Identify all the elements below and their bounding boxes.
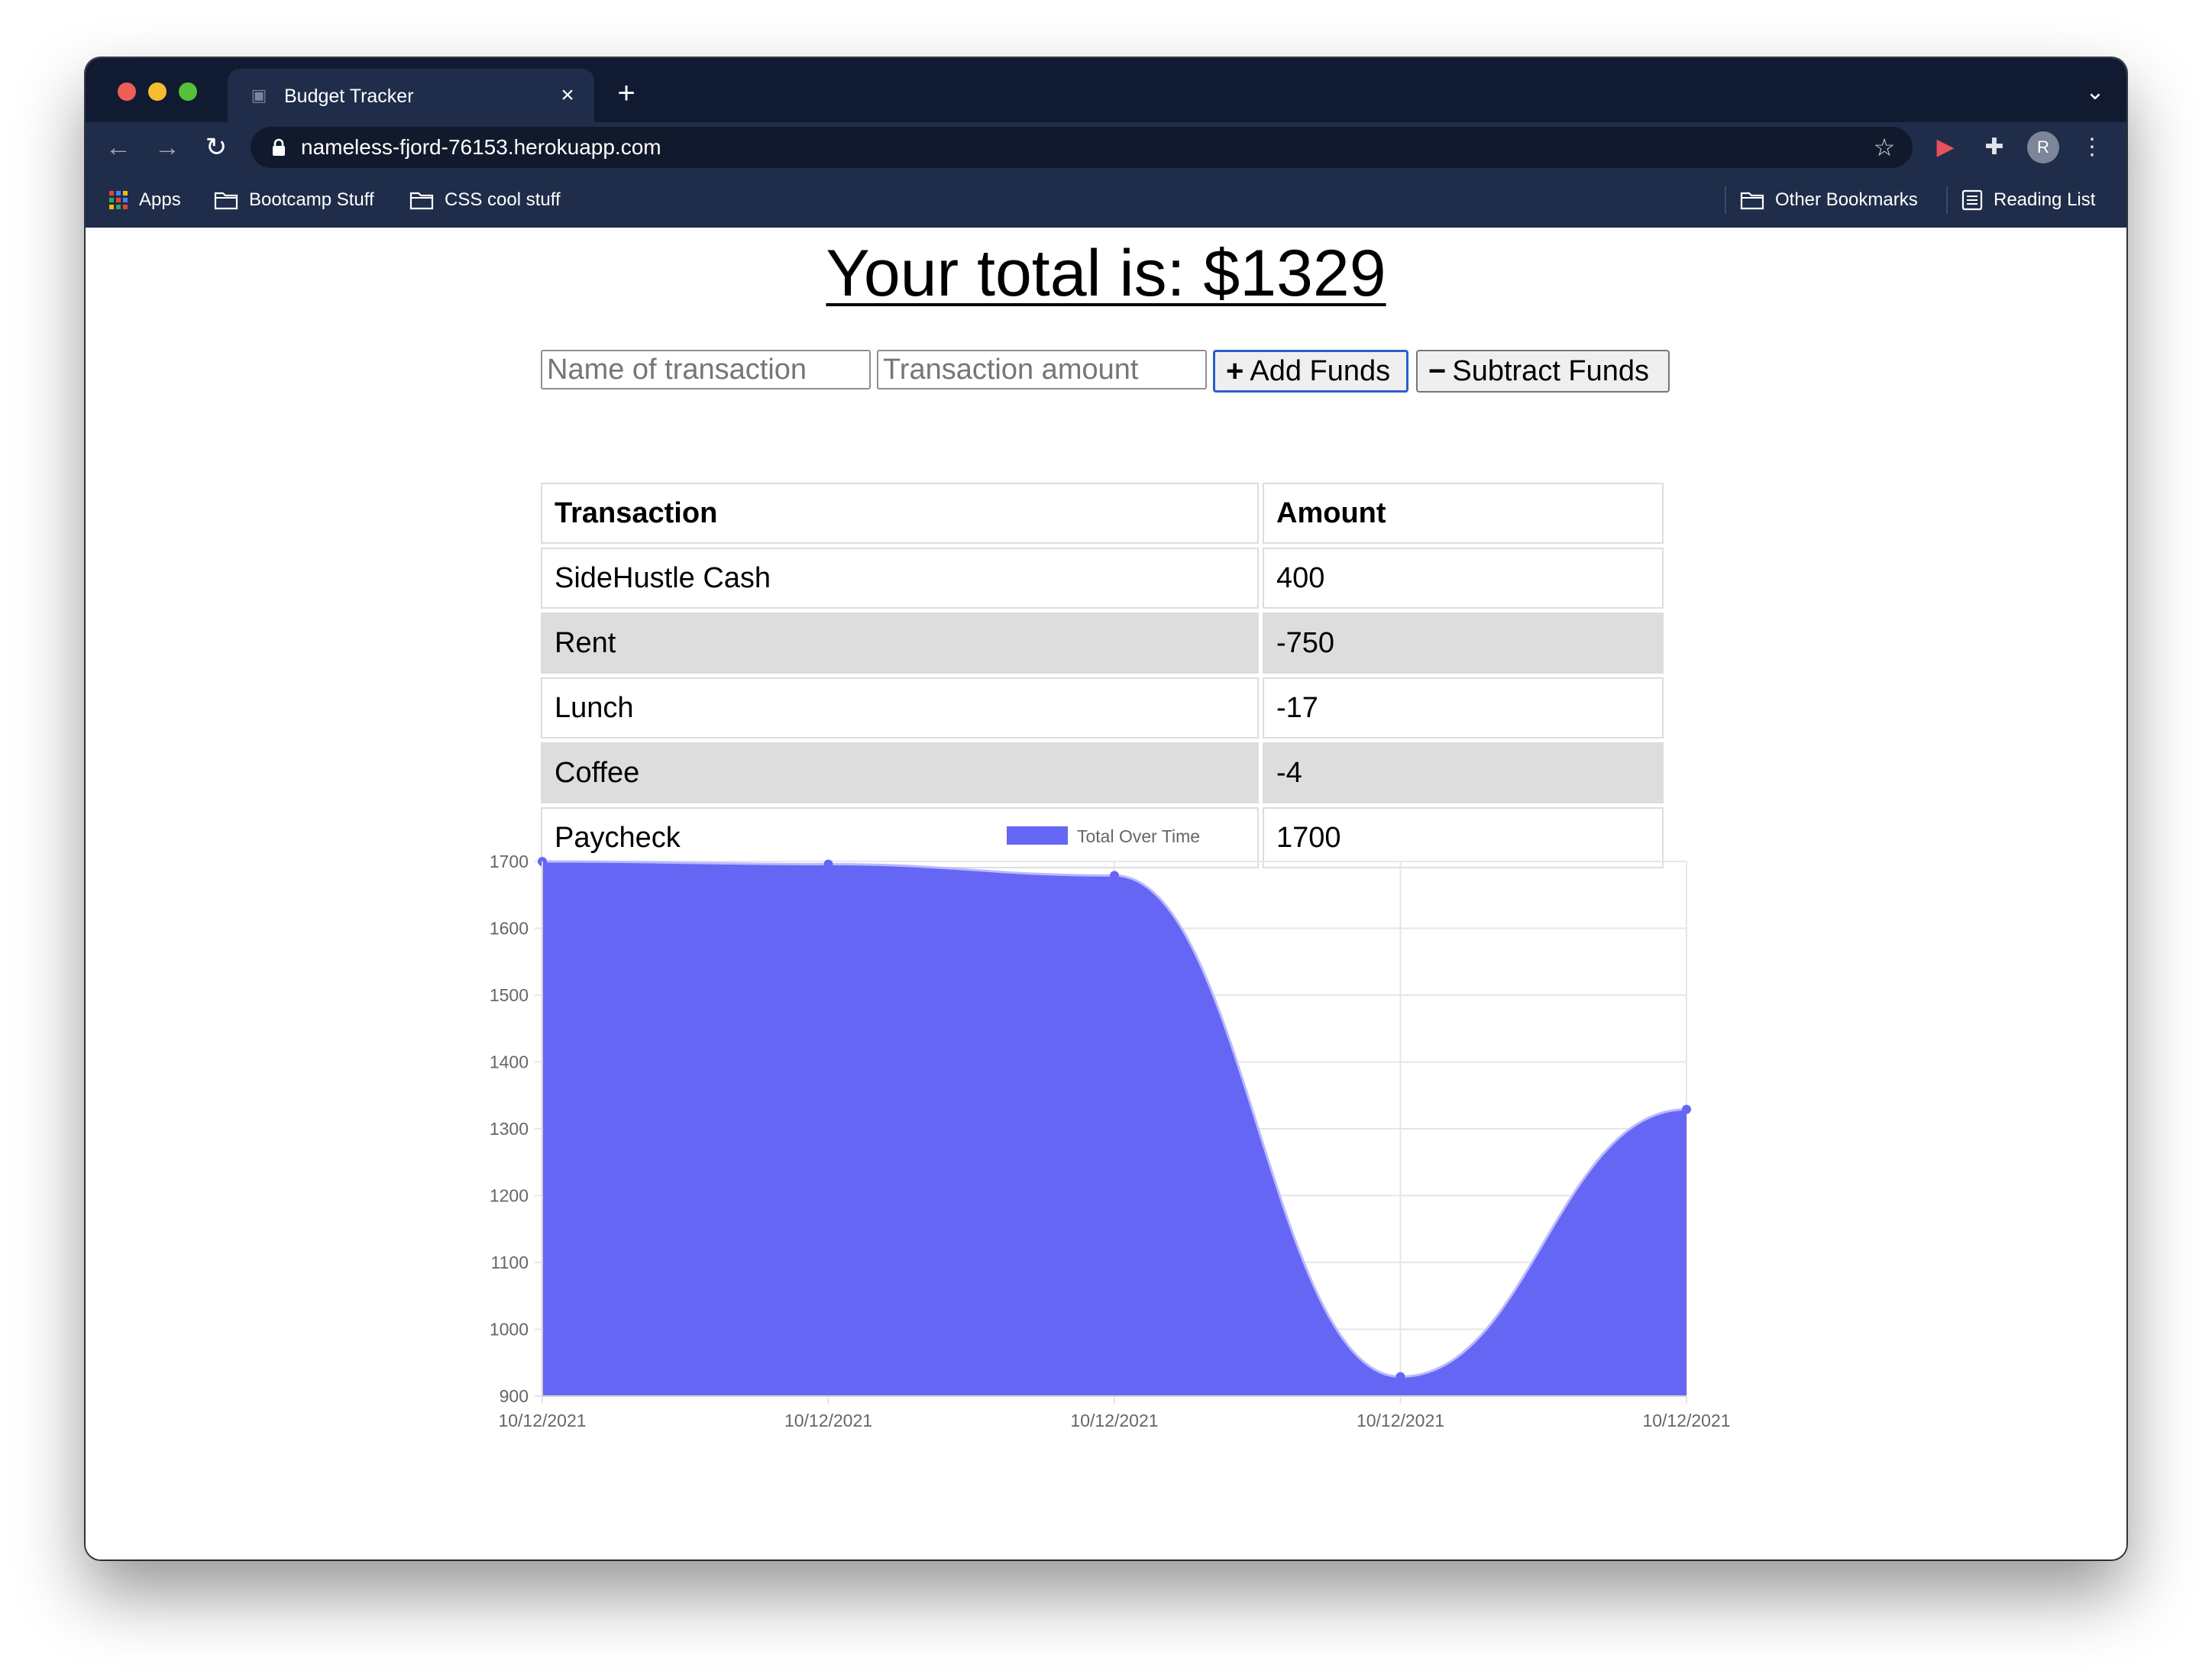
lock-icon <box>273 138 285 156</box>
total-heading: Your total is: $1329 <box>826 237 1386 310</box>
bookmark-separator <box>1725 186 1726 214</box>
add-funds-button[interactable]: + Add Funds <box>1213 350 1408 393</box>
table-row: Paycheck 1700 <box>541 807 1664 868</box>
maximize-window-button[interactable] <box>179 82 197 101</box>
minus-icon: − <box>1428 354 1447 388</box>
page-favicon-icon: ▣ <box>251 86 267 105</box>
back-arrow-icon[interactable]: ← <box>102 131 134 163</box>
transaction-amount-cell: -17 <box>1263 677 1664 739</box>
bookmark-label: Apps <box>139 189 181 210</box>
bookmark-separator <box>1946 186 1948 214</box>
browser-tab[interactable]: ▣ Budget Tracker × <box>228 69 594 122</box>
browser-window: ▣ Budget Tracker × + ⌄ ← → ↻ nameless-fj… <box>86 58 2126 1559</box>
page-content: Your total is: $1329 + Add Funds − Subtr… <box>86 228 2126 1559</box>
folder-icon <box>1740 190 1764 210</box>
transaction-name-cell: Paycheck <box>541 807 1259 868</box>
table-row: Lunch -17 <box>541 677 1664 739</box>
bookmark-reading-list[interactable]: Reading List <box>1961 188 2095 212</box>
subtract-funds-button[interactable]: − Subtract Funds <box>1416 350 1670 393</box>
bookmark-label: Other Bookmarks <box>1775 189 1918 210</box>
transaction-name-input[interactable] <box>541 350 871 389</box>
bookmark-star-icon[interactable]: ☆ <box>1870 133 1899 162</box>
table-row: SideHustle Cash 400 <box>541 548 1664 609</box>
bookmark-css-cool-stuff[interactable]: CSS cool stuff <box>409 188 561 212</box>
bookmark-label: Bootcamp Stuff <box>249 189 374 210</box>
transaction-name-cell: Coffee <box>541 742 1259 803</box>
transactions-table: Transaction Amount SideHustle Cash 400 R… <box>537 479 1667 872</box>
extensions-puzzle-icon[interactable]: ✚ <box>1977 130 2012 165</box>
bookmark-label: Reading List <box>1994 189 2096 210</box>
add-funds-label: Add Funds <box>1250 354 1391 387</box>
table-row: Coffee -4 <box>541 742 1664 803</box>
transaction-amount-input[interactable] <box>877 350 1207 389</box>
folder-icon <box>409 190 434 210</box>
column-header-transaction: Transaction <box>541 483 1259 544</box>
bookmark-other-bookmarks[interactable]: Other Bookmarks <box>1740 188 1918 212</box>
url-text: nameless-fjord-76153.herokuapp.com <box>301 135 661 159</box>
bookmark-bootcamp-stuff[interactable]: Bootcamp Stuff <box>214 188 374 212</box>
subtract-funds-label: Subtract Funds <box>1452 354 1650 387</box>
transaction-name-cell: Rent <box>541 612 1259 674</box>
browser-menu-icon[interactable]: ⋮ <box>2075 130 2110 165</box>
table-header-row: Transaction Amount <box>541 483 1664 544</box>
transaction-amount-cell: -4 <box>1263 742 1664 803</box>
close-tab-icon[interactable]: × <box>555 82 580 108</box>
address-bar[interactable]: nameless-fjord-76153.herokuapp.com ☆ <box>251 127 1913 168</box>
minimize-window-button[interactable] <box>148 82 167 101</box>
column-header-amount: Amount <box>1263 483 1664 544</box>
new-tab-icon[interactable]: + <box>611 78 642 108</box>
tab-bar: ▣ Budget Tracker × + ⌄ <box>86 58 2126 122</box>
extension-icon[interactable]: ▶ <box>1928 130 1963 165</box>
tab-title: Budget Tracker <box>284 86 414 107</box>
bookmark-label: CSS cool stuff <box>445 189 561 210</box>
profile-avatar[interactable]: R <box>2027 131 2059 163</box>
browser-toolbar: ← → ↻ nameless-fjord-76153.herokuapp.com… <box>86 122 2126 173</box>
bookmarks-bar: Apps Bootcamp Stuff CSS cool stuff Other… <box>86 173 2126 228</box>
transaction-amount-cell: 1700 <box>1263 807 1664 868</box>
transaction-name-cell: SideHustle Cash <box>541 548 1259 609</box>
forward-arrow-icon[interactable]: → <box>151 131 183 163</box>
bookmark-apps[interactable]: Apps <box>108 188 181 212</box>
table-row: Rent -750 <box>541 612 1664 674</box>
apps-grid-icon <box>108 190 128 210</box>
tab-search-chevron-icon[interactable]: ⌄ <box>2082 79 2108 105</box>
transaction-amount-cell: 400 <box>1263 548 1664 609</box>
folder-icon <box>214 190 238 210</box>
transaction-name-cell: Lunch <box>541 677 1259 739</box>
close-window-button[interactable] <box>118 82 136 101</box>
plus-icon: + <box>1226 354 1244 388</box>
reading-list-icon <box>1961 189 1983 211</box>
reload-icon[interactable]: ↻ <box>200 131 232 163</box>
transaction-amount-cell: -750 <box>1263 612 1664 674</box>
